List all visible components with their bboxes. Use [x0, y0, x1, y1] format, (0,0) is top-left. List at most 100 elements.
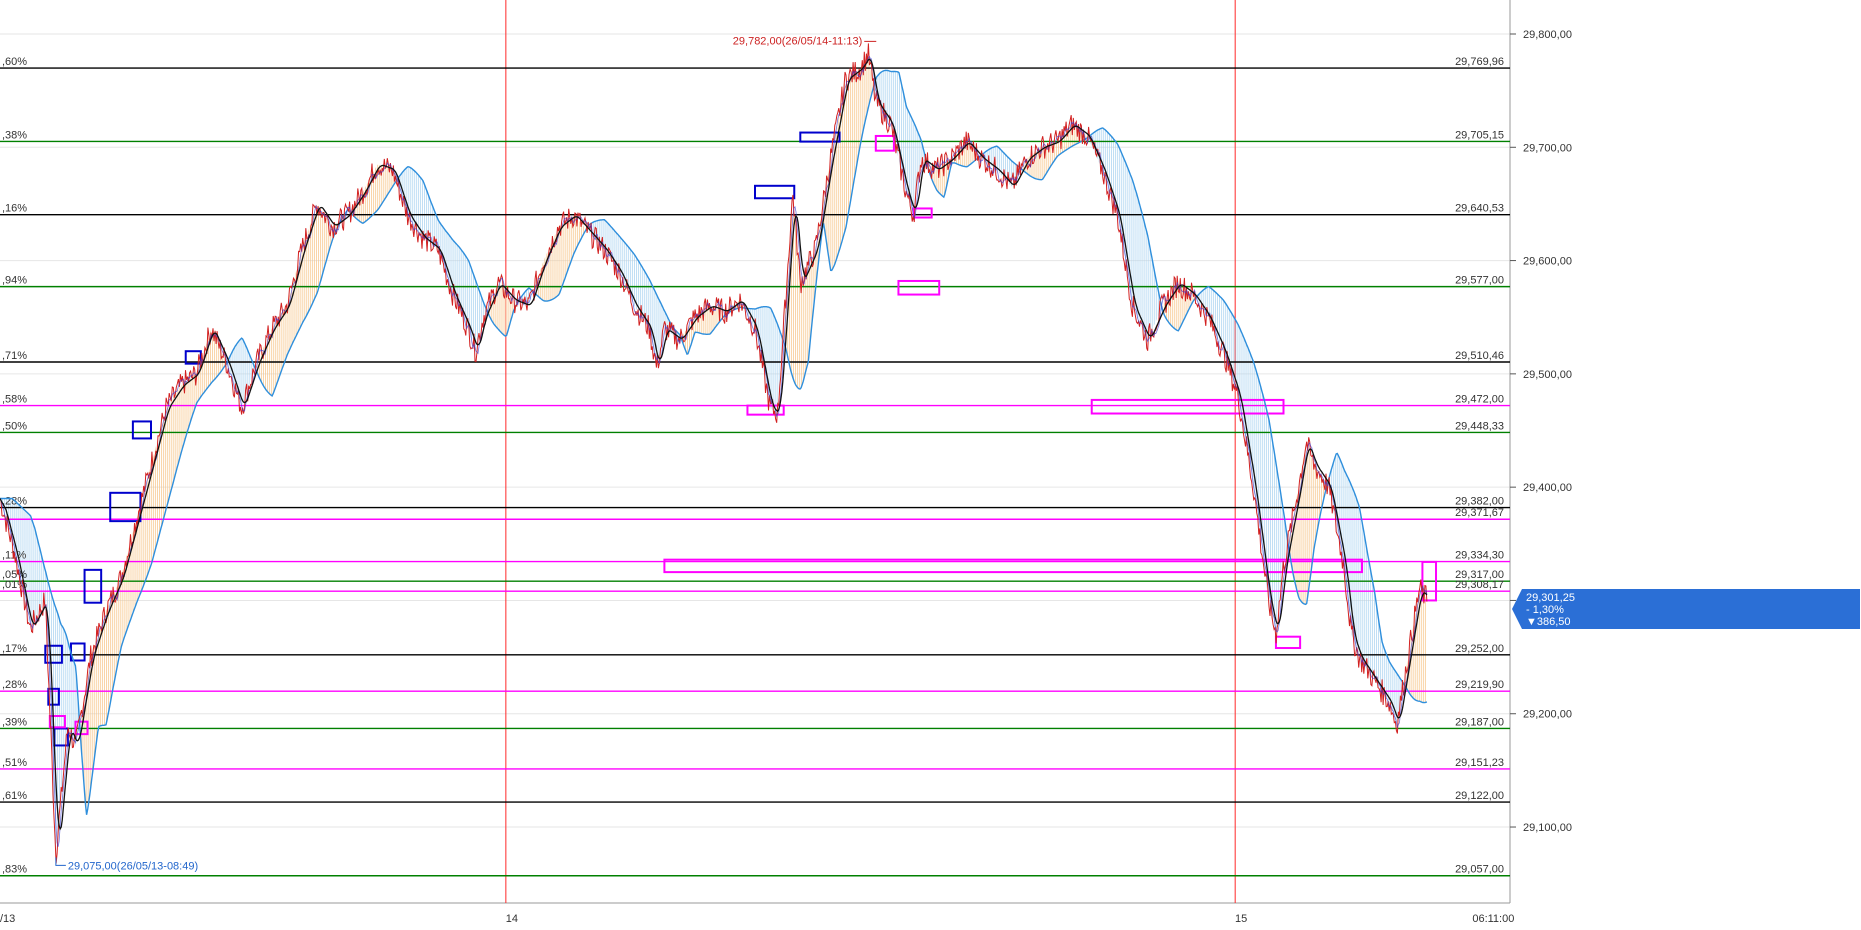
- cloud-segment: [562, 222, 564, 285]
- y-tick-label: 29,200,00: [1523, 709, 1572, 721]
- cloud-segment: [481, 295, 483, 327]
- cloud-segment: [326, 217, 328, 262]
- cloud-segment: [1121, 152, 1123, 245]
- cloud-segment: [801, 279, 803, 388]
- fib-level-pct: ,58%: [2, 394, 27, 406]
- cloud-segment: [38, 544, 40, 613]
- cloud-segment: [385, 167, 387, 199]
- cloud-segment: [260, 350, 262, 384]
- cloud-segment: [1373, 588, 1375, 682]
- cloud-segment: [1049, 143, 1051, 168]
- cloud-segment: [850, 75, 852, 204]
- chart-container: ,60% 29,769,96 ,38% 29,705,15 ,16% 29,640,53,…: [0, 0, 1861, 925]
- cloud-segment: [803, 274, 805, 382]
- cloud-segment: [1243, 336, 1245, 435]
- cloud-segment: [715, 308, 717, 328]
- cloud-segment: [120, 575, 122, 652]
- cloud-segment: [1312, 461, 1314, 559]
- cloud-segment: [1147, 235, 1149, 340]
- cloud-segment: [856, 70, 858, 169]
- cloud-segment: [167, 404, 169, 506]
- cloud-segment: [419, 176, 421, 236]
- fib-level-value: 29,705,15: [1455, 129, 1504, 141]
- x-axis-label: 15: [1235, 913, 1247, 925]
- y-tick-label: 29,800,00: [1523, 29, 1572, 41]
- fib-level-pct: ,71%: [2, 350, 27, 362]
- cloud-segment: [1274, 450, 1276, 631]
- cloud-segment: [1420, 590, 1422, 703]
- cloud-segment: [99, 626, 101, 726]
- cloud-segment: [852, 73, 854, 192]
- cloud-segment: [71, 653, 73, 739]
- fib-level-pct: ,16%: [2, 203, 27, 215]
- low-annotation: 29,075,00(26/05/13-08:49): [68, 860, 198, 872]
- cloud-segment: [658, 298, 660, 360]
- cloud-segment: [30, 515, 32, 629]
- cloud-segment: [466, 257, 468, 328]
- cloud-segment: [189, 378, 191, 425]
- cloud-segment: [1055, 141, 1057, 159]
- cloud-segment: [275, 321, 277, 389]
- fib-level-pct: ,50%: [2, 420, 27, 432]
- cloud-segment: [564, 221, 566, 280]
- cloud-segment: [717, 308, 719, 325]
- y-tick-label: 29,400,00: [1523, 482, 1572, 494]
- cloud-segment: [1278, 476, 1280, 615]
- y-tick-label: 29,700,00: [1523, 142, 1572, 154]
- cloud-segment: [1149, 246, 1151, 336]
- cloud-segment: [807, 265, 809, 366]
- fib-level-value: 29,640,53: [1455, 203, 1504, 215]
- cloud-segment: [1422, 593, 1424, 703]
- cloud-segment: [273, 324, 275, 394]
- cloud-segment: [169, 401, 171, 498]
- fib-level-pct: ,51%: [2, 757, 27, 769]
- fib-level-value: 29,308,17: [1455, 579, 1504, 591]
- current-price-change: ▼386,50: [1526, 616, 1571, 628]
- cloud-segment: [173, 395, 175, 483]
- cloud-segment: [1241, 332, 1243, 423]
- cloud-segment: [291, 284, 293, 346]
- cloud-segment: [234, 345, 236, 390]
- cloud-segment: [568, 218, 570, 268]
- cloud-segment: [1139, 204, 1141, 324]
- cloud-segment: [103, 613, 105, 726]
- price-chart[interactable]: ,60% 29,769,96 ,38% 29,705,15 ,16% 29,640,53,…: [0, 0, 1861, 925]
- cloud-segment: [185, 381, 187, 438]
- fib-level-pct: ,83%: [2, 864, 27, 876]
- cloud-segment: [448, 234, 450, 285]
- cloud-segment: [1041, 146, 1043, 180]
- cloud-segment: [968, 143, 970, 166]
- cloud-segment: [654, 289, 656, 361]
- cloud-segment: [1135, 189, 1137, 315]
- cloud-segment: [1369, 566, 1371, 675]
- fib-level-value: 29,510,46: [1455, 350, 1504, 362]
- cloud-segment: [1037, 149, 1039, 180]
- cloud-segment: [320, 208, 322, 284]
- cloud-segment: [1145, 227, 1147, 338]
- x-axis-label: 06:11:00: [1472, 913, 1514, 925]
- cloud-segment: [642, 266, 644, 320]
- cloud-segment: [171, 398, 173, 490]
- cloud-segment: [1151, 257, 1153, 331]
- cloud-segment: [177, 389, 179, 467]
- fib-level-pct: ,38%: [2, 129, 27, 141]
- cloud-segment: [193, 375, 195, 412]
- cloud-segment: [1080, 130, 1082, 142]
- cloud-segment: [1153, 267, 1155, 326]
- cloud-segment: [1314, 466, 1316, 545]
- cloud-segment: [705, 308, 707, 335]
- cloud-segment: [776, 322, 778, 413]
- cloud-segment: [421, 179, 423, 239]
- cloud-segment: [67, 639, 69, 733]
- cloud-segment: [181, 384, 183, 452]
- cloud-segment: [179, 386, 181, 460]
- cloud-segment: [110, 599, 112, 705]
- cloud-segment: [214, 334, 216, 380]
- fib-level-pct: ,61%: [2, 790, 27, 802]
- fib-level-pct: ,17%: [2, 643, 27, 655]
- cloud-segment: [1349, 480, 1351, 626]
- cloud-segment: [866, 55, 868, 117]
- fib-level-value: 29,187,00: [1455, 716, 1504, 728]
- fib-level-pct: ,39%: [2, 716, 27, 728]
- fib-level-value: 29,382,00: [1455, 496, 1504, 508]
